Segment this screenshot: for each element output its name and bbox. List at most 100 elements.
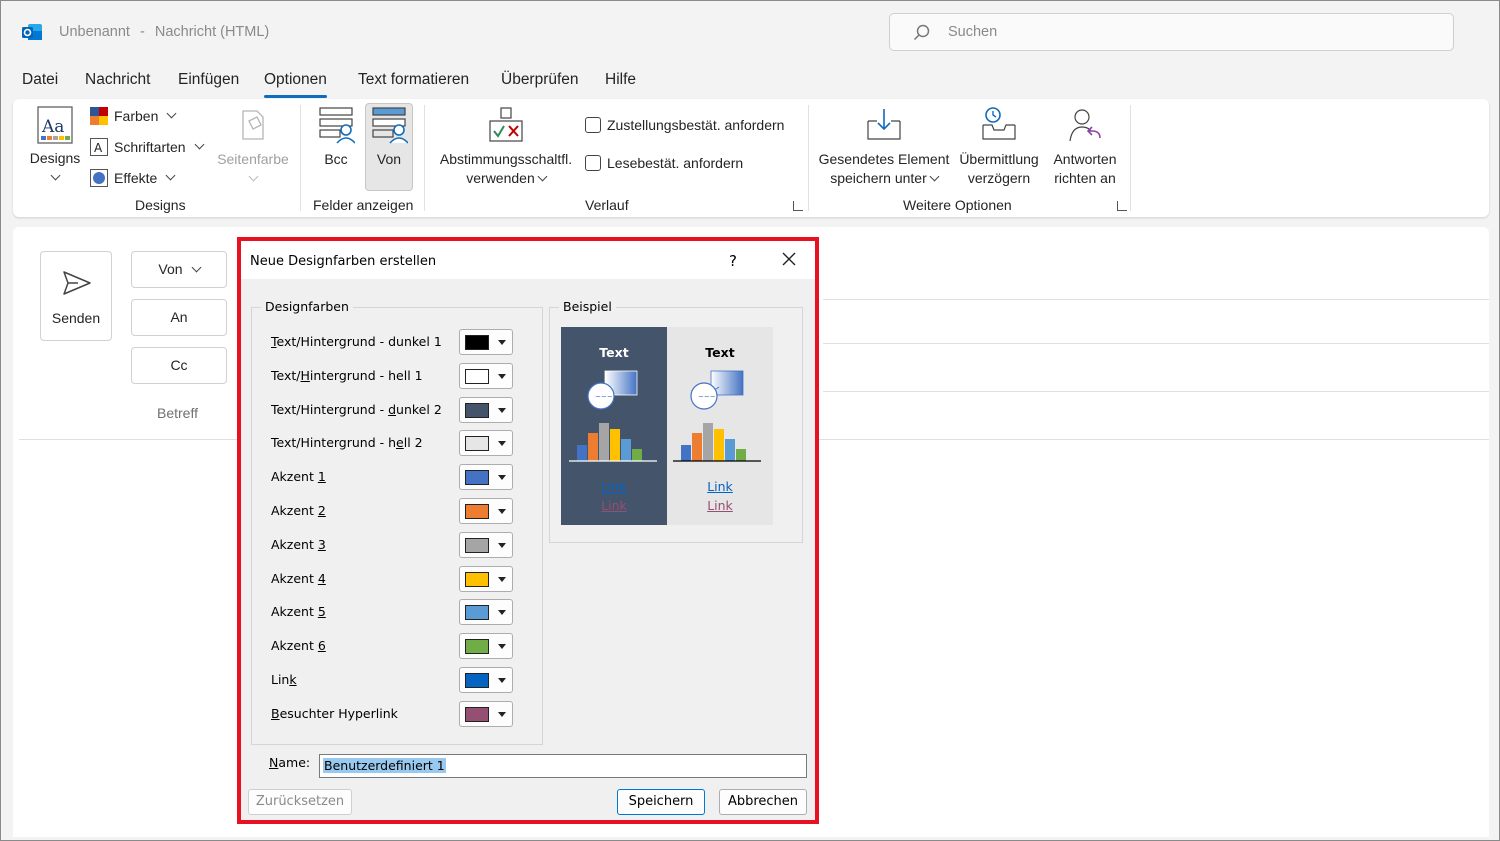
color-picker-dropdown[interactable] — [459, 565, 513, 592]
preview-light-link: Link — [707, 479, 733, 494]
color-picker-dropdown[interactable] — [459, 531, 513, 558]
color-row: Akzent 3 — [271, 531, 521, 558]
dialog-highlight: Neue Designfarben erstellen ? Designfarb… — [237, 237, 819, 824]
save-button[interactable]: Speichern — [617, 789, 705, 815]
von-dropdown[interactable]: Von — [131, 251, 227, 288]
color-picker-dropdown[interactable] — [459, 498, 513, 524]
color-picker-dropdown[interactable] — [459, 396, 513, 423]
color-row-label-accesskey: 6 — [317, 638, 326, 654]
effekte-button[interactable]: Effekte — [90, 169, 176, 187]
send-label: Senden — [51, 310, 101, 326]
color-picker-dropdown[interactable] — [459, 430, 513, 457]
group-label-felder: Felder anzeigen — [313, 197, 414, 213]
close-icon[interactable] — [781, 251, 797, 267]
group-label-designs: Designs — [135, 197, 186, 213]
color-picker-dropdown[interactable] — [459, 700, 513, 727]
menu-hilfe[interactable]: Hilfe — [605, 71, 636, 89]
menu-einfuegen[interactable]: Einfügen — [178, 71, 239, 89]
color-picker-dropdown[interactable] — [459, 633, 513, 660]
lese-checkbox-box[interactable] — [585, 155, 601, 171]
menu-text-formatieren[interactable]: Text formatieren — [358, 71, 469, 89]
gesendet-speichern-button[interactable]: Gesendetes Element speichern unter — [817, 105, 951, 191]
von-button[interactable]: Von — [365, 105, 413, 191]
color-row: Text/Hintergrund - hell 2 — [271, 430, 521, 457]
color-swatch — [465, 504, 489, 519]
help-button[interactable]: ? — [729, 252, 737, 270]
font-icon: A — [90, 138, 108, 156]
color-row-label-accesskey: k — [289, 672, 297, 687]
uebermittlung-verzoegern-button[interactable]: Übermittlung verzögern — [953, 105, 1045, 191]
an-button[interactable]: An — [131, 299, 227, 336]
color-row-label-pre: Lin — [271, 672, 290, 687]
color-picker-dropdown[interactable] — [459, 599, 513, 626]
lesebestaetigung-checkbox[interactable]: Lesebestät. anfordern — [585, 155, 743, 171]
color-row-label-post: ext/Hintergrund - dunkel 1 — [276, 334, 442, 349]
cancel-button[interactable]: Abbrechen — [719, 789, 807, 815]
color-swatch — [465, 537, 489, 553]
ribbon-separator — [424, 105, 425, 211]
menu-datei[interactable]: Datei — [22, 71, 58, 89]
color-row-label: Akzent 5 — [271, 604, 326, 619]
send-button[interactable]: Senden — [40, 251, 112, 341]
color-row: Akzent 5 — [271, 599, 521, 626]
chevron-down-icon — [165, 170, 176, 180]
color-row-label-pre: Akzent — [271, 503, 318, 518]
ribbon-separator — [1130, 105, 1131, 211]
color-row-label-pre: Akzent — [271, 469, 318, 485]
menu-optionen[interactable]: Optionen — [264, 71, 327, 98]
color-row-label: Akzent 3 — [271, 537, 326, 552]
dialog-titlebar: Neue Designfarben erstellen ? — [241, 241, 815, 279]
color-row-label-pre: Text/Hintergrund - h — [271, 435, 397, 451]
color-picker-dropdown[interactable] — [459, 362, 513, 389]
dialog-launcher-icon[interactable] — [1117, 201, 1127, 211]
chevron-down-icon — [166, 108, 177, 118]
abstimmung-label-verwenden: verwenden — [466, 170, 535, 186]
antworten-richten-button[interactable]: Antworten richten an — [1047, 105, 1123, 191]
bcc-label: Bcc — [324, 151, 348, 167]
effects-icon — [90, 169, 108, 187]
menu-nachricht[interactable]: Nachricht — [85, 71, 150, 89]
name-input[interactable]: Benutzerdefiniert 1 — [319, 754, 807, 778]
menu-ueberpruefen[interactable]: Überprüfen — [501, 71, 579, 89]
color-row: Link — [271, 667, 521, 693]
color-picker-dropdown[interactable] — [459, 464, 513, 491]
farben-button[interactable]: Farben — [90, 107, 177, 125]
voting-icon — [489, 107, 523, 142]
color-row-label: Akzent 1 — [271, 469, 326, 484]
color-row-label: Text/Hintergrund - dunkel 1 — [271, 334, 442, 349]
name-label: Name: — [269, 755, 310, 770]
svg-text:Aa: Aa — [41, 117, 64, 137]
dialog-title: Neue Designfarben erstellen — [250, 254, 437, 269]
color-picker-dropdown[interactable] — [459, 667, 513, 693]
dialog-launcher-icon[interactable] — [793, 201, 803, 211]
color-picker-dropdown[interactable] — [459, 329, 513, 355]
seitenfarbe-button[interactable]: Seitenfarbe — [213, 105, 293, 191]
reset-button[interactable]: Zurücksetzen — [248, 789, 352, 815]
zustellung-checkbox-box[interactable] — [585, 117, 601, 133]
designs-button[interactable]: Aa Designs — [25, 105, 85, 191]
dropdown-arrow-icon — [498, 678, 506, 683]
color-swatch — [465, 436, 489, 452]
chevron-down-icon — [191, 262, 202, 273]
betreff-label: Betreff — [157, 405, 198, 421]
search-box[interactable]: Suchen — [889, 13, 1454, 51]
title-separator: - — [139, 24, 145, 40]
abstimmung-button[interactable]: Abstimmungsschaltfl. verwenden — [433, 105, 579, 191]
seitenfarbe-label: Seitenfarbe — [217, 151, 289, 167]
color-row-label-pre: Text/Hintergrund - — [271, 401, 389, 417]
zustellung-checkbox[interactable]: Zustellungsbestät. anfordern — [585, 117, 784, 133]
search-icon — [913, 24, 930, 41]
ribbon: Aa Designs Farben A Schriftarten Effekte… — [13, 99, 1489, 217]
gesendet-label: Gesendetes Element — [818, 151, 950, 167]
color-row: Text/Hintergrund - hell 1 — [271, 362, 521, 389]
cc-label: Cc — [170, 357, 188, 373]
bcc-button[interactable]: Bcc — [311, 105, 361, 191]
schriftarten-button[interactable]: A Schriftarten — [90, 138, 205, 156]
cc-button[interactable]: Cc — [131, 347, 227, 384]
designs-label: Designs — [29, 150, 81, 166]
lese-label: Lesebestät. anfordern — [607, 155, 744, 171]
preview-light-graphic: ~~~ — [673, 370, 761, 462]
name-input-value: Benutzerdefiniert 1 — [323, 758, 446, 773]
dropdown-arrow-icon — [498, 509, 506, 514]
color-row: Text/Hintergrund - dunkel 1 — [271, 329, 521, 355]
